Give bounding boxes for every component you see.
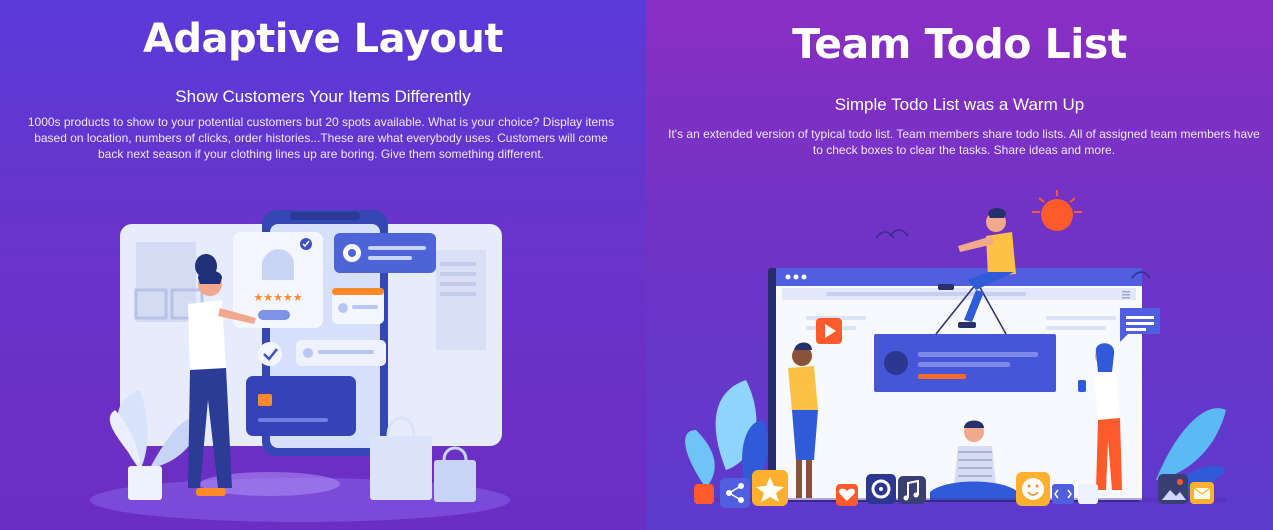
check-icon — [258, 342, 282, 366]
play-icon — [816, 318, 842, 344]
smile-icon — [1016, 472, 1050, 506]
settings-icon — [343, 244, 361, 262]
team-todo-illustration — [685, 190, 1226, 508]
share-icon — [720, 478, 750, 508]
image-icon — [1158, 474, 1188, 504]
mail-icon — [1190, 482, 1214, 504]
star-icon — [752, 470, 788, 506]
menu-icon — [1122, 291, 1130, 299]
settings-icon — [866, 474, 896, 504]
music-icon — [898, 476, 926, 504]
heart-icon — [836, 484, 858, 506]
code-icon — [1052, 484, 1074, 504]
feature-showcase: Adaptive Layout Show Customers Your Item… — [0, 0, 1273, 530]
sun-icon — [1032, 190, 1082, 231]
adaptive-layout-illustration: ★★★★★ — [90, 210, 510, 522]
adaptive-layout-panel: Adaptive Layout Show Customers Your Item… — [0, 0, 646, 530]
rating-stars: ★★★★★ — [253, 291, 302, 304]
team-todo-panel: Team Todo List Simple Todo List was a Wa… — [646, 0, 1273, 530]
